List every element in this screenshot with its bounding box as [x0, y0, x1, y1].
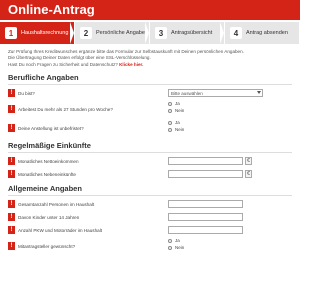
section-title-einkuenfte: Regelmäßige Einkünfte — [8, 141, 292, 154]
radio-icon — [168, 120, 172, 125]
currency-unit: € — [245, 170, 252, 179]
job-label: Du bist? — [18, 90, 35, 96]
net-income-input[interactable] — [168, 157, 243, 166]
side-income-label: Monatliches Nebeneinkünfte — [18, 171, 76, 177]
required-icon: ! — [8, 226, 15, 235]
form-row-cars: ! Anzahl PKW und Motorräder im Haushalt — [0, 225, 300, 235]
help-link[interactable]: Klicke hier. — [119, 62, 143, 67]
fixed-label: Deine Anstellung ist unbefristet? — [18, 125, 84, 131]
required-icon: ! — [8, 242, 15, 251]
radio-label: Ja — [175, 120, 180, 126]
fixed-radio-no[interactable]: Nein — [168, 126, 184, 133]
step-separator — [70, 22, 74, 44]
required-icon: ! — [8, 170, 15, 179]
step-separator — [220, 22, 224, 44]
form-row-side-income: ! Monatliches Nebeneinkünfte € — [0, 169, 300, 179]
form-row-fixed: ! Deine Anstellung ist unbefristet? Ja N… — [0, 120, 300, 136]
form-row-net-income: ! Monatliches Nettoeinkommen € — [0, 156, 300, 166]
job-select-value: Bitte auswählen — [171, 91, 203, 97]
page-title: Online-Antrag — [8, 2, 95, 17]
step-number: 1 — [5, 27, 17, 39]
side-income-input[interactable] — [168, 170, 243, 179]
required-icon: ! — [8, 213, 15, 222]
co-applicant-radio-group: Ja Nein — [168, 237, 184, 251]
cars-input[interactable] — [168, 226, 243, 235]
required-icon: ! — [8, 105, 15, 114]
hours-radio-no[interactable]: Nein — [168, 107, 184, 114]
persons-input[interactable] — [168, 200, 243, 209]
fixed-radio-group: Ja Nein — [168, 119, 184, 133]
required-icon: ! — [8, 157, 15, 166]
hours-radio-yes[interactable]: Ja — [168, 100, 184, 107]
required-icon: ! — [8, 200, 15, 209]
cars-label: Anzahl PKW und Motorräder im Haushalt — [18, 227, 102, 233]
step-number: 4 — [230, 27, 242, 39]
radio-label: Ja — [175, 238, 180, 244]
step-label: Haushaltsrechnung — [21, 30, 69, 36]
job-select[interactable]: Bitte auswählen — [168, 89, 263, 98]
page-header: Online-Antrag — [0, 0, 300, 20]
form-row-hours: ! Arbeitest Du mehr als 27 Stunden pro W… — [0, 101, 300, 117]
hours-label: Arbeitest Du mehr als 27 Stunden pro Woc… — [18, 106, 113, 112]
radio-icon — [168, 108, 172, 113]
step-2[interactable]: 2 Persönliche Angaben — [75, 22, 150, 44]
intro-text: Zur Prüfung Ihres Kreditwunsches ergänze… — [0, 44, 300, 68]
fixed-radio-yes[interactable]: Ja — [168, 119, 184, 126]
form-row-co-applicant: ! Mitantragsteller gewünscht? Ja Nein — [0, 238, 300, 254]
section-title-allgemein: Allgemeine Angaben — [8, 184, 292, 197]
co-applicant-radio-yes[interactable]: Ja — [168, 237, 184, 244]
step-number: 2 — [80, 27, 92, 39]
currency-unit: € — [245, 157, 252, 166]
section-title-beruf: Berufliche Angaben — [8, 73, 292, 86]
co-applicant-radio-no[interactable]: Nein — [168, 244, 184, 251]
net-income-label: Monatliches Nettoeinkommen — [18, 158, 79, 164]
intro-question: Hast Du noch Fragen zu Sicherheit und Da… — [8, 61, 118, 67]
step-number: 3 — [155, 27, 167, 39]
step-navigation: 1 Haushaltsrechnung 2 Persönliche Angabe… — [0, 22, 300, 44]
form-row-job: ! Du bist? Bitte auswählen — [0, 88, 300, 98]
required-icon: ! — [8, 89, 15, 98]
chevron-down-icon — [257, 91, 261, 95]
step-4[interactable]: 4 Antrag absenden — [225, 22, 300, 44]
radio-label: Nein — [175, 245, 185, 251]
step-1[interactable]: 1 Haushaltsrechnung — [0, 22, 75, 44]
radio-icon — [168, 101, 172, 106]
step-3[interactable]: 3 Antragsübersicht — [150, 22, 225, 44]
children-label: Davon Kinder unter 14 Jahren — [18, 214, 80, 220]
step-separator — [145, 22, 149, 44]
co-applicant-label: Mitantragsteller gewünscht? — [18, 243, 76, 249]
required-icon: ! — [8, 124, 15, 133]
form-row-persons: ! Gesamtanzahl Personen im Haushalt — [0, 199, 300, 209]
radio-icon — [168, 238, 172, 243]
step-label: Antrag absenden — [246, 30, 288, 36]
radio-label: Ja — [175, 101, 180, 107]
intro-line: Hast Du noch Fragen zu Sicherheit und Da… — [8, 62, 292, 68]
step-label: Antragsübersicht — [171, 30, 213, 36]
persons-label: Gesamtanzahl Personen im Haushalt — [18, 201, 95, 207]
radio-label: Nein — [175, 127, 185, 133]
radio-icon — [168, 245, 172, 250]
step-label: Persönliche Angaben — [96, 30, 148, 36]
radio-label: Nein — [175, 108, 185, 114]
radio-icon — [168, 127, 172, 132]
children-input[interactable] — [168, 213, 243, 222]
form-row-children: ! Davon Kinder unter 14 Jahren — [0, 212, 300, 222]
hours-radio-group: Ja Nein — [168, 100, 184, 114]
